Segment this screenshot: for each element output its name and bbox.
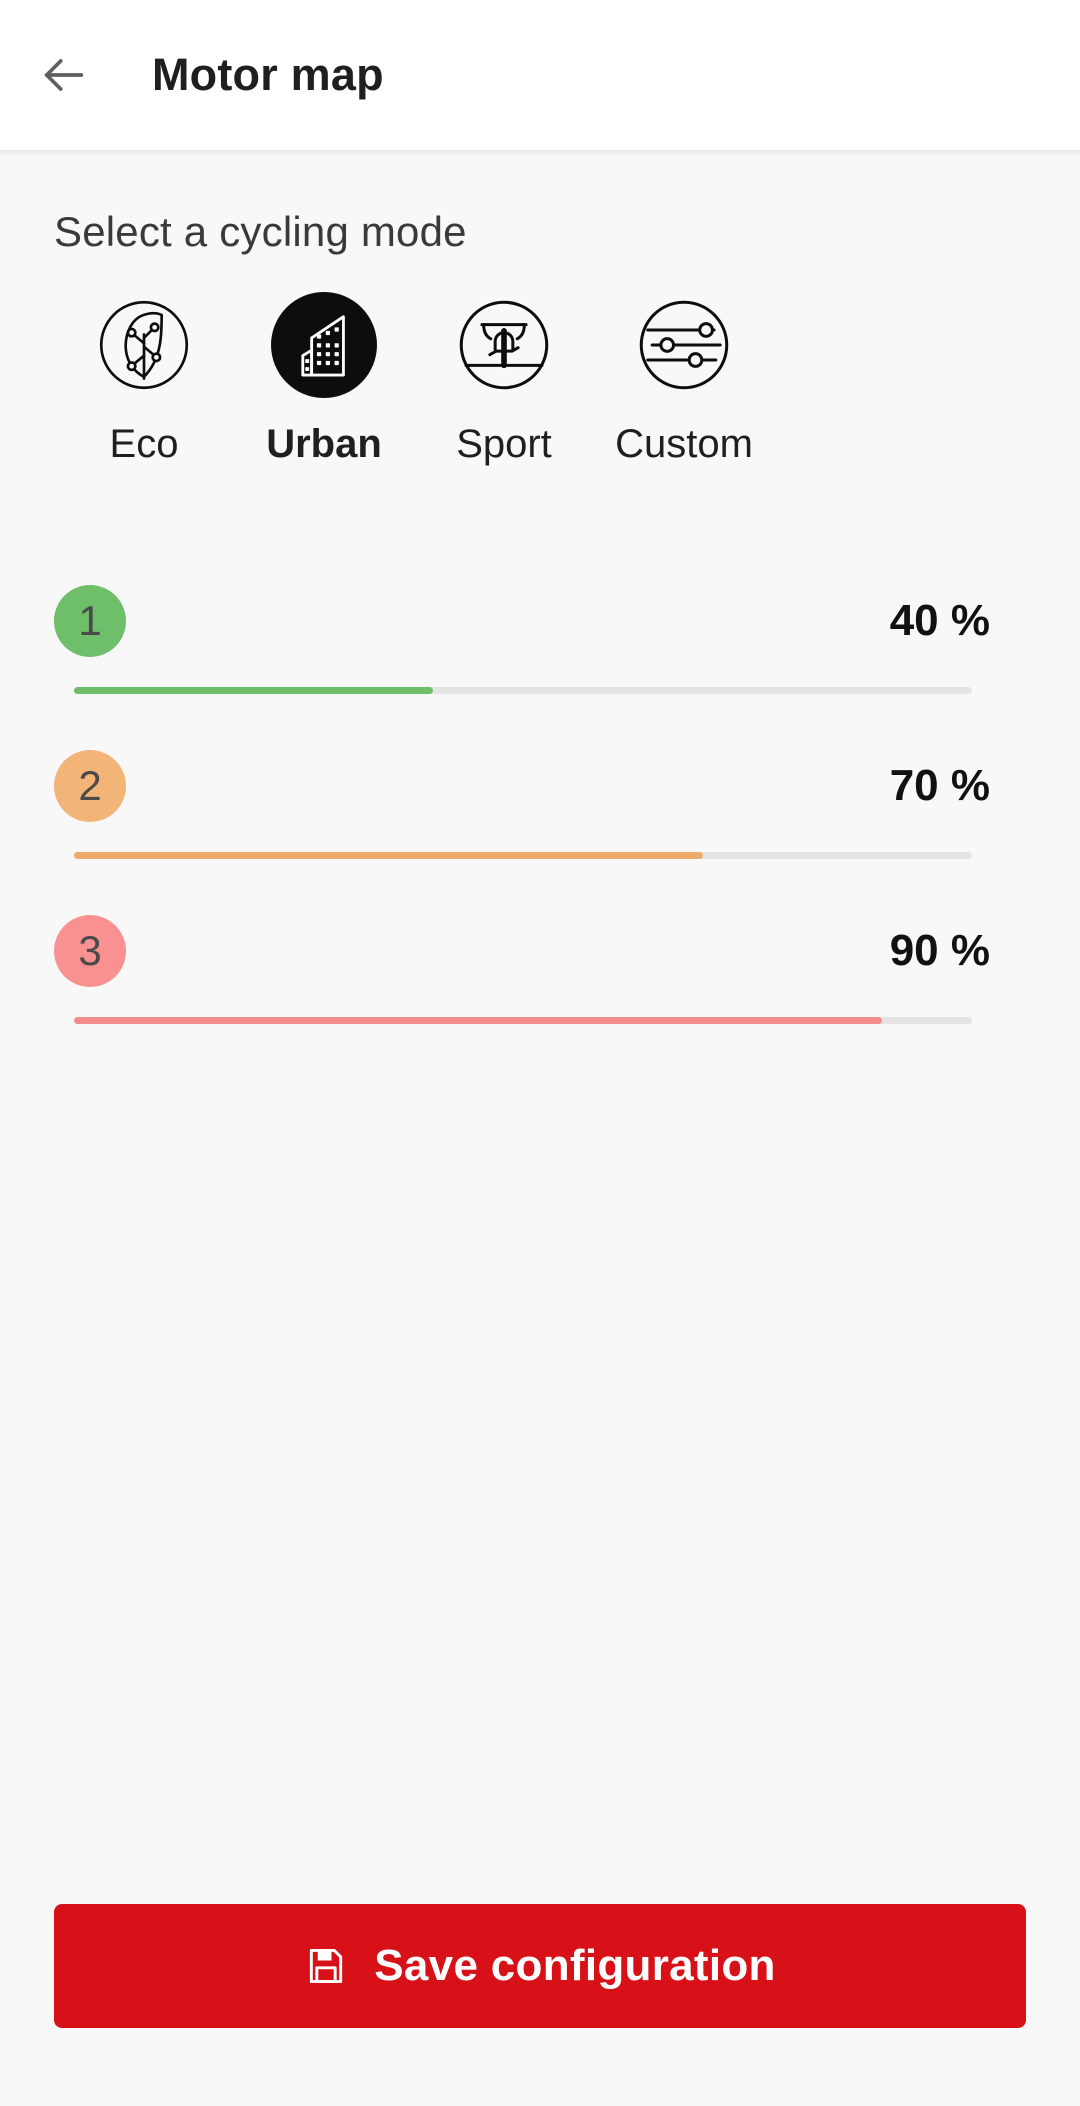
level-slider-fill-2: [74, 852, 703, 859]
mode-label-custom: Custom: [615, 422, 753, 466]
app-bar: Motor map: [0, 0, 1080, 150]
bike-circle-icon-wrapper: [451, 292, 557, 398]
level-badge-3: 3: [54, 915, 126, 987]
cycling-mode-selector: Eco Urban Sport Custom: [54, 292, 1026, 467]
flex-spacer: [54, 1080, 1026, 1904]
assist-level-list: 1 40 % 2 70 % 3 90 %: [54, 585, 1026, 1080]
sliders-circle-icon-wrapper: [631, 292, 737, 398]
level-slider-2[interactable]: [74, 852, 972, 859]
level-badge-2: 2: [54, 750, 126, 822]
page-title: Motor map: [152, 49, 384, 100]
mode-label-urban: Urban: [266, 422, 382, 466]
back-button[interactable]: [16, 27, 112, 123]
assist-level-header: 1 40 %: [54, 585, 1026, 657]
section-title: Select a cycling mode: [54, 208, 467, 255]
building-circle-icon: [271, 292, 377, 398]
level-slider-fill-1: [74, 687, 434, 694]
level-badge-1: 1: [54, 585, 126, 657]
assist-level-header: 2 70 %: [54, 750, 1026, 822]
bike-circle-icon: [451, 292, 557, 398]
mode-option-urban[interactable]: Urban: [234, 292, 414, 467]
save-configuration-button[interactable]: Save configuration: [54, 1904, 1026, 2028]
sliders-circle-icon: [631, 292, 737, 398]
building-circle-icon-wrapper: [271, 292, 377, 398]
level-slider-fill-3: [74, 1017, 883, 1024]
assist-level-row: 1 40 %: [54, 585, 1026, 694]
floppy-disk-icon: [304, 1944, 348, 1988]
leaf-circle-icon-wrapper: [91, 292, 197, 398]
level-value-2: 70 %: [889, 761, 990, 810]
arrow-left-icon: [38, 49, 90, 101]
content-area: Select a cycling mode Eco Urban Sport Cu…: [0, 150, 1080, 1904]
level-slider-1[interactable]: [74, 687, 972, 694]
leaf-circle-icon: [91, 292, 197, 398]
level-slider-3[interactable]: [74, 1017, 972, 1024]
mode-label-sport: Sport: [456, 422, 552, 466]
mode-option-custom[interactable]: Custom: [594, 292, 774, 467]
save-button-label: Save configuration: [374, 1941, 776, 1990]
assist-level-row: 3 90 %: [54, 915, 1026, 1024]
assist-level-header: 3 90 %: [54, 915, 1026, 987]
level-value-3: 90 %: [889, 926, 990, 975]
mode-option-sport[interactable]: Sport: [414, 292, 594, 467]
footer-area: Save configuration: [0, 1904, 1080, 2106]
motor-map-screen: Motor map Select a cycling mode Eco Urba…: [0, 0, 1080, 2106]
mode-option-eco[interactable]: Eco: [54, 292, 234, 467]
level-value-1: 40 %: [889, 596, 990, 645]
mode-label-eco: Eco: [109, 422, 179, 466]
assist-level-row: 2 70 %: [54, 750, 1026, 859]
